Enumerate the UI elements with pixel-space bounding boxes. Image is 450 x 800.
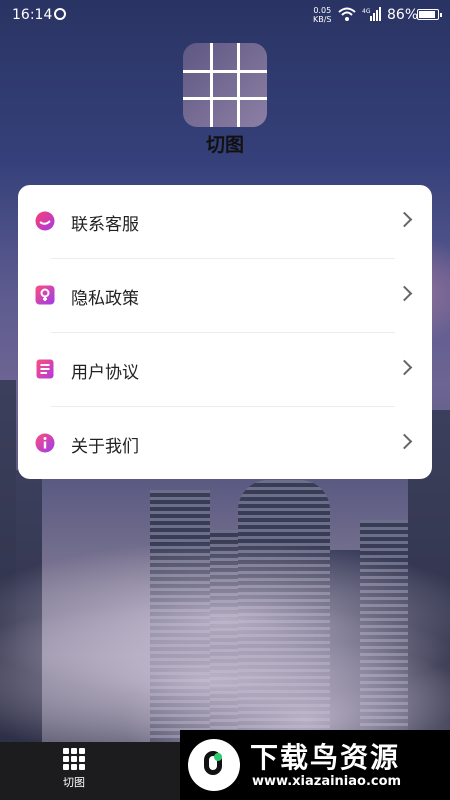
document-list-icon [36, 359, 54, 379]
watermark-logo-icon [188, 739, 240, 791]
status-time: 16:14 [12, 7, 53, 23]
privacy-lock-icon [35, 285, 55, 305]
menu-item-label: 隐私政策 [71, 289, 139, 309]
menu-item-about-us[interactable]: 关于我们 [18, 407, 432, 480]
battery-icon [417, 9, 442, 20]
menu-item-privacy-policy[interactable]: 隐私政策 [18, 259, 432, 332]
app-title: 切图 [205, 134, 244, 156]
network-speed: 0.05 KB/S [313, 6, 332, 24]
network-speed-value: 0.05 [313, 6, 332, 15]
watermark-domain: www.xiazainiao.com [252, 774, 402, 789]
network-speed-unit: KB/S [313, 15, 332, 24]
nav-tab-crop[interactable]: 切图 [50, 748, 98, 790]
nav-tab-label: 切图 [63, 776, 85, 789]
menu-item-label: 联系客服 [71, 215, 139, 235]
chevron-right-icon [396, 285, 413, 302]
menu-item-user-agreement[interactable]: 用户协议 [18, 333, 432, 406]
signal-icon: 4G [362, 7, 381, 21]
menu-card: 联系客服 隐私政策 用户协议 关于我们 [18, 185, 432, 479]
customer-service-icon [35, 211, 55, 231]
menu-item-label: 关于我们 [71, 437, 139, 457]
battery-percent: 86% [387, 7, 419, 23]
wifi-icon [338, 7, 356, 21]
app-logo [183, 43, 267, 127]
menu-item-label: 用户协议 [71, 363, 139, 383]
chevron-right-icon [396, 359, 413, 376]
alarm-icon [54, 8, 66, 20]
info-icon [35, 433, 55, 453]
signal-label: 4G [362, 8, 371, 15]
chevron-right-icon [396, 211, 413, 228]
menu-item-contact-service[interactable]: 联系客服 [18, 185, 432, 258]
chevron-right-icon [396, 433, 413, 450]
watermark: 下载鸟资源 www.xiazainiao.com [180, 730, 450, 800]
grid-icon [63, 748, 85, 770]
watermark-brand: 下载鸟资源 [250, 741, 401, 774]
status-bar: 16:14 0.05 KB/S 4G 86% [0, 0, 450, 32]
